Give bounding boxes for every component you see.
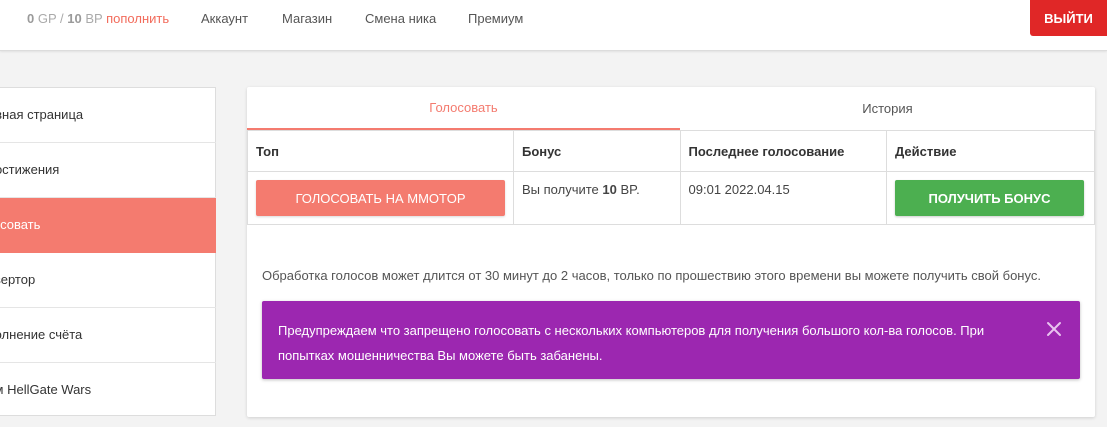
- gp-value: 0: [27, 11, 35, 26]
- nav-premium[interactable]: Премиум: [468, 11, 523, 26]
- alert-text: Предупреждаем что запрещено голосовать с…: [278, 323, 985, 363]
- sidebar-item-topup[interactable]: Пополнение счёта: [0, 308, 216, 363]
- sidebar-item-label: Конвертор: [0, 272, 36, 287]
- column-header-top: Топ: [247, 130, 514, 172]
- sidebar-item-achievements[interactable]: Достижения: [0, 143, 216, 198]
- nav-change-nick[interactable]: Смена ника: [365, 11, 436, 26]
- gp-unit: GP: [37, 11, 57, 26]
- tab-vote[interactable]: Голосовать: [247, 87, 680, 130]
- table-row: ГОЛОСОВАТЬ НА MMOTOP Вы получите 10 BP. …: [247, 171, 1095, 225]
- top-bar: 0 GP / 10 BP пополнить Аккаунт Магазин С…: [0, 0, 1107, 51]
- column-header-action: Действие: [886, 130, 1095, 172]
- sidebar-item-label: Достижения: [0, 162, 60, 177]
- vote-mmotop-button[interactable]: ГОЛОСОВАТЬ НА MMOTOP: [256, 180, 505, 216]
- tab-history[interactable]: История: [680, 87, 1095, 129]
- sidebar-item-converter[interactable]: Конвертор: [0, 253, 216, 308]
- bp-value: 10: [67, 11, 82, 26]
- balance: 0 GP / 10 BP пополнить: [27, 11, 169, 26]
- processing-info: Обработка голосов может длится от 30 мин…: [262, 268, 1041, 283]
- bp-unit: BP: [85, 11, 103, 26]
- warning-alert: Предупреждаем что запрещено голосовать с…: [262, 301, 1080, 379]
- get-bonus-button[interactable]: ПОЛУЧИТЬ БОНУС: [895, 180, 1084, 216]
- action-cell: ПОЛУЧИТЬ БОНУС: [886, 171, 1095, 225]
- votes-table: Топ Бонус Последнее голосование Действие…: [247, 130, 1095, 225]
- topup-link[interactable]: пополнить: [106, 11, 169, 26]
- sidebar-item-home[interactable]: Главная страница: [0, 88, 216, 143]
- balance-separator: /: [60, 11, 64, 26]
- close-icon[interactable]: [1044, 319, 1064, 339]
- column-header-last-vote: Последнее голосование: [679, 130, 888, 172]
- nav-shop[interactable]: Магазин: [282, 11, 332, 26]
- sidebar-item-vote[interactable]: Голосовать: [0, 198, 216, 253]
- bonus-suffix: BP.: [620, 182, 640, 197]
- logout-button[interactable]: ВЫЙТИ: [1030, 0, 1107, 36]
- sidebar: Главная страница Достижения Голосовать К…: [0, 87, 216, 416]
- bonus-prefix: Вы получите: [522, 182, 599, 197]
- last-vote-cell: 09:01 2022.04.15: [679, 171, 888, 225]
- top-cell: ГОЛОСОВАТЬ НА MMOTOP: [247, 171, 514, 225]
- sidebar-item-label: Голосовать: [0, 217, 41, 232]
- sidebar-item-forum[interactable]: Форум HellGate Wars: [0, 363, 216, 418]
- bonus-cell: Вы получите 10 BP.: [513, 171, 681, 225]
- sidebar-item-label: Форум HellGate Wars: [0, 382, 92, 397]
- sidebar-item-label: Пополнение счёта: [0, 327, 83, 342]
- bonus-amount: 10: [602, 182, 617, 197]
- vote-panel: Голосовать История Топ Бонус Последнее г…: [247, 87, 1095, 417]
- column-header-bonus: Бонус: [513, 130, 681, 172]
- table-header-row: Топ Бонус Последнее голосование Действие: [247, 130, 1095, 172]
- sidebar-item-label: Главная страница: [0, 107, 84, 122]
- nav-account[interactable]: Аккаунт: [201, 11, 248, 26]
